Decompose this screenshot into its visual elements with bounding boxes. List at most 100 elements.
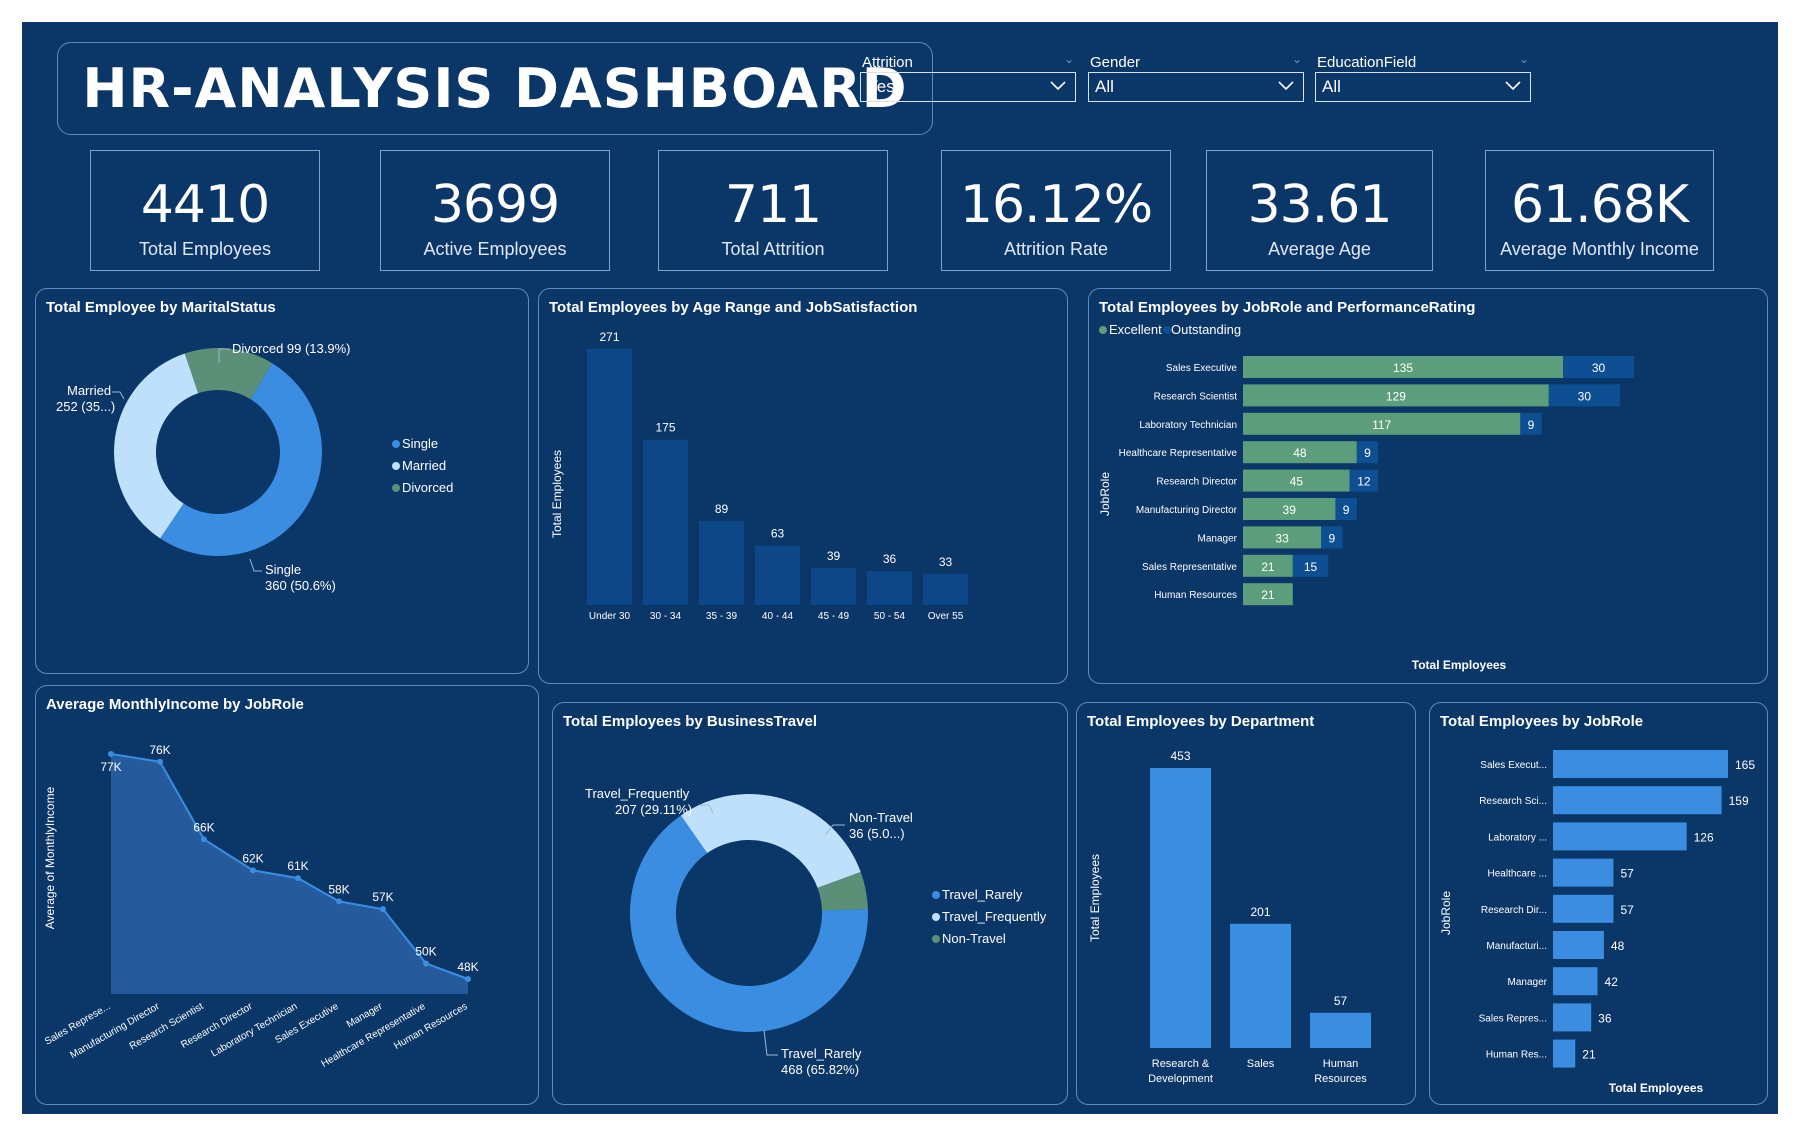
data-label-nontravel-value: 36 (5.0...) bbox=[849, 826, 905, 841]
data-label: 57 bbox=[1620, 867, 1634, 881]
bar-3 bbox=[755, 545, 800, 605]
dashboard-canvas: HR-ANALYSIS DASHBOARD Attrition ⌄ Yes Ge… bbox=[22, 22, 1778, 1114]
data-label: 45 bbox=[1290, 475, 1304, 489]
kpi-card-total-employees: 4410 Total Employees bbox=[90, 150, 320, 271]
slicer-educationfield-label: EducationField bbox=[1317, 54, 1417, 71]
bar-6 bbox=[923, 573, 968, 605]
leader-line bbox=[112, 391, 125, 400]
data-label: 77K bbox=[100, 760, 121, 774]
data-label: 9 bbox=[1364, 446, 1371, 460]
slicer-educationfield[interactable]: EducationField ⌄ All bbox=[1315, 52, 1531, 104]
kpi-label: Total Employees bbox=[138, 239, 272, 259]
y-tick-label: Manufacturing Director bbox=[1136, 505, 1238, 516]
y-tick-label: Human Res... bbox=[1486, 1050, 1547, 1061]
performance-stacked-bar-chart[interactable]: Excellent Outstanding JobRole Sales Executi… bbox=[1089, 289, 1769, 685]
data-label: 76K bbox=[149, 743, 170, 757]
chevron-down-icon[interactable]: ⌄ bbox=[1064, 52, 1074, 66]
y-tick-label: Sales Repres... bbox=[1479, 1013, 1547, 1024]
chevron-down-icon[interactable]: ⌄ bbox=[1292, 52, 1302, 66]
chevron-down-icon bbox=[1278, 81, 1294, 91]
slicer-attrition-dropdown[interactable]: Yes bbox=[860, 72, 1076, 102]
y-tick-label: Research Sci... bbox=[1479, 796, 1547, 807]
panel-jobrole[interactable]: Total Employees by JobRole JobRole Sales … bbox=[1429, 702, 1768, 1105]
x-axis-label: Total Employees bbox=[1412, 658, 1507, 672]
kpi-label: Average Age bbox=[1268, 239, 1371, 259]
bar-5 bbox=[1553, 931, 1604, 959]
x-tick-label: 35 - 39 bbox=[706, 611, 738, 622]
x-tick-label: 40 - 44 bbox=[762, 611, 794, 622]
data-label: 66K bbox=[193, 820, 214, 834]
y-tick-label: Sales Execut... bbox=[1480, 760, 1547, 771]
x-tick-label: Sales bbox=[1247, 1058, 1275, 1070]
legend-label: Travel_Rarely bbox=[942, 887, 1023, 902]
data-point bbox=[380, 906, 386, 913]
legend-label: Non-Travel bbox=[942, 931, 1006, 946]
legend-marker bbox=[392, 484, 400, 492]
data-label: 57 bbox=[1334, 994, 1348, 1008]
data-label: 21 bbox=[1261, 560, 1275, 574]
y-tick-label: Research Scientist bbox=[1154, 391, 1238, 402]
data-point bbox=[108, 751, 114, 757]
kpi-label: Average Monthly Income bbox=[1500, 239, 1699, 259]
y-tick-label: Sales Executive bbox=[1166, 363, 1238, 374]
panel-business-travel[interactable]: Total Employees by BusinessTravel Travel… bbox=[552, 702, 1068, 1105]
kpi-card-attrition-rate: 16.12% Attrition Rate bbox=[941, 150, 1171, 271]
bar-2 bbox=[1310, 1012, 1371, 1048]
slicer-attrition-value: Yes bbox=[867, 77, 895, 96]
x-tick-label: 30 - 34 bbox=[650, 611, 682, 622]
data-label: 12 bbox=[1357, 475, 1371, 489]
slicer-educationfield-dropdown[interactable]: All bbox=[1315, 72, 1531, 102]
kpi-label: Attrition Rate bbox=[1003, 239, 1109, 259]
legend-marker bbox=[932, 913, 940, 921]
data-label: 33 bbox=[1275, 531, 1289, 545]
y-axis-label: Total Employees bbox=[550, 450, 564, 538]
y-axis-label: Average of MonthlyIncome bbox=[43, 786, 57, 929]
kpi-value: 33.61 bbox=[1247, 175, 1393, 235]
department-bar-chart[interactable]: Total Employees 453 Research & Development 2… bbox=[1077, 703, 1417, 1106]
slicer-attrition[interactable]: Attrition ⌄ Yes bbox=[860, 52, 1076, 104]
bar-0 bbox=[1553, 750, 1728, 778]
slicer-gender[interactable]: Gender ⌄ All bbox=[1088, 52, 1304, 104]
age-bar-chart[interactable]: Total Employees 271 Under 30 175 30 - 34 89 35… bbox=[539, 289, 1069, 685]
panel-marital-status[interactable]: Total Employee by MaritalStatus Single 36… bbox=[35, 288, 529, 674]
income-area-chart[interactable]: Average of MonthlyIncome77KSales Represe… bbox=[36, 686, 540, 1106]
legend-marker bbox=[1163, 326, 1171, 334]
data-label: 453 bbox=[1170, 749, 1190, 763]
title-banner: HR-ANALYSIS DASHBOARD bbox=[57, 42, 933, 135]
y-tick-label: Manufacturi... bbox=[1486, 941, 1547, 952]
data-label: 9 bbox=[1329, 531, 1336, 545]
chevron-down-icon[interactable]: ⌄ bbox=[1519, 52, 1529, 66]
kpi-card-active-employees: 3699 Active Employees bbox=[380, 150, 610, 271]
x-tick-label: Research & bbox=[1152, 1058, 1210, 1070]
legend-label: Married bbox=[402, 458, 446, 473]
data-label: 39 bbox=[1283, 503, 1297, 517]
marital-donut-chart[interactable]: Single360 (50.6%)Married252 (35...)Divor… bbox=[36, 289, 530, 675]
bar-0 bbox=[587, 349, 632, 605]
jobrole-bar-chart[interactable]: JobRole Sales Execut... 165 Research Sci...… bbox=[1430, 703, 1769, 1106]
slicer-gender-dropdown[interactable]: All bbox=[1088, 72, 1304, 102]
data-label: 39 bbox=[827, 549, 841, 563]
legend-label: Travel_Frequently bbox=[942, 909, 1047, 924]
data-point bbox=[250, 867, 256, 874]
panel-monthly-income[interactable]: Average MonthlyIncome by JobRole Average… bbox=[35, 685, 539, 1105]
data-point bbox=[465, 976, 471, 982]
data-label: 36 bbox=[1598, 1011, 1612, 1025]
data-point bbox=[157, 758, 163, 765]
panel-jobrole-performance[interactable]: Total Employees by JobRole and Performan… bbox=[1088, 288, 1768, 684]
kpi-value: 4410 bbox=[140, 175, 270, 235]
data-label-nontravel-name: Non-Travel bbox=[849, 810, 913, 825]
x-tick-label: Human bbox=[1323, 1058, 1358, 1070]
data-label: 61K bbox=[287, 859, 308, 873]
legend-label: Single bbox=[402, 436, 438, 451]
panel-department[interactable]: Total Employees by Department Total Empl… bbox=[1076, 702, 1416, 1105]
kpi-value: 711 bbox=[724, 175, 822, 235]
bar-4 bbox=[811, 568, 856, 605]
travel-donut-chart[interactable]: Travel_Frequently207 (29.11%)Non-Travel3… bbox=[553, 703, 1069, 1106]
kpi-card-total-attrition: 711 Total Attrition bbox=[658, 150, 888, 271]
data-point bbox=[423, 960, 429, 967]
x-tick-label: 50 - 54 bbox=[874, 611, 906, 622]
data-label-single-name: Single bbox=[265, 562, 301, 577]
y-tick-label: Laboratory ... bbox=[1488, 832, 1547, 843]
data-label: 50K bbox=[415, 944, 436, 958]
panel-age-range[interactable]: Total Employees by Age Range and JobSati… bbox=[538, 288, 1068, 684]
